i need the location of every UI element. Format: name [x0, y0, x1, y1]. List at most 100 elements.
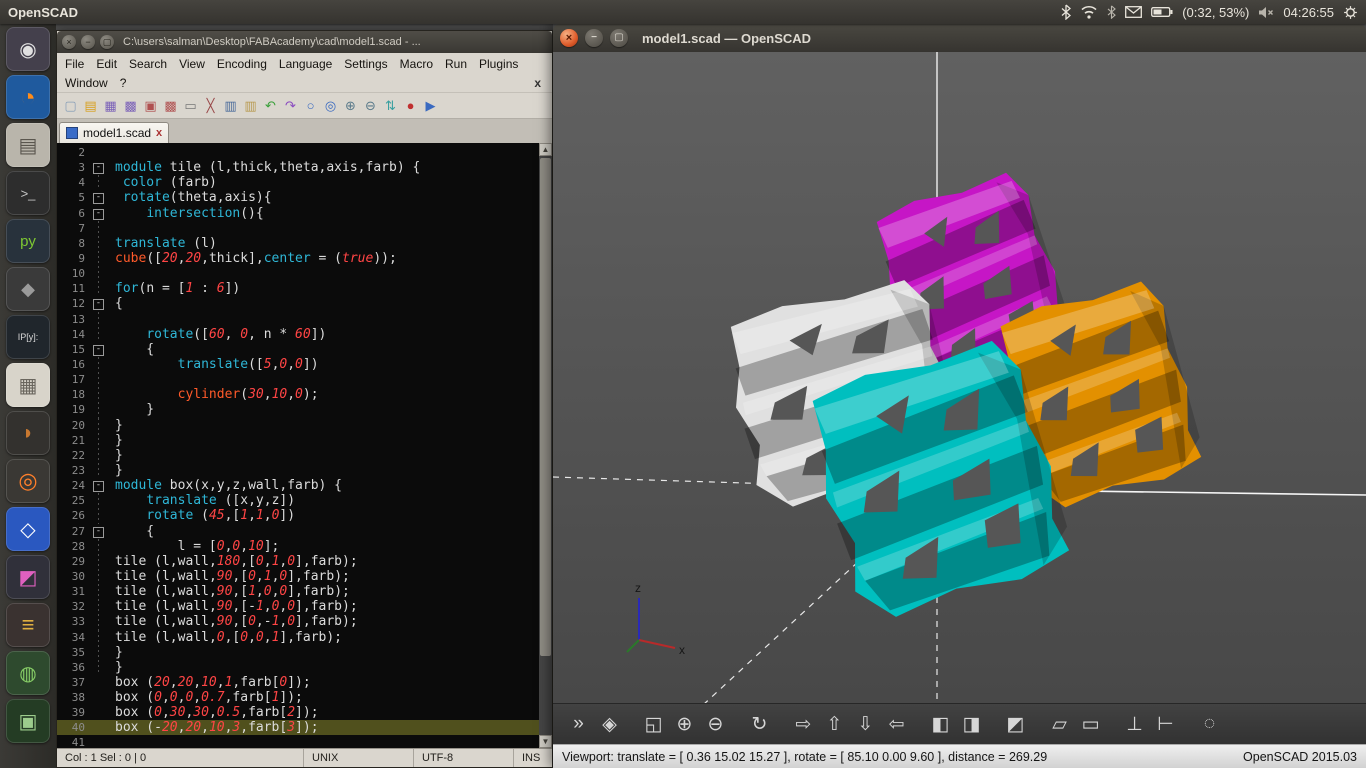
code-line-34[interactable]: 34tile (l,wall,0,[0,0,1],farb);	[57, 630, 539, 645]
openscad-titlebar[interactable]: × − ▢ model1.scad — OpenSCAD	[553, 24, 1366, 52]
code-line-7[interactable]: 7	[57, 221, 539, 236]
menu-view[interactable]: View	[173, 57, 211, 71]
scroll-down-icon[interactable]: ▼	[539, 735, 552, 748]
fold-marker[interactable]: -	[91, 524, 107, 539]
fold-marker[interactable]: -	[91, 296, 107, 311]
menu-encoding[interactable]: Encoding	[211, 57, 273, 71]
code-line-33[interactable]: 33tile (l,wall,90,[0,-1,0],farb);	[57, 614, 539, 629]
code-line-20[interactable]: 20}	[57, 418, 539, 433]
zoom-in-icon[interactable]: ⊕	[669, 709, 700, 740]
menu-macro[interactable]: Macro	[394, 57, 439, 71]
code-line-24[interactable]: 24-module box(x,y,z,wall,farb) {	[57, 478, 539, 493]
open-file-icon[interactable]: ▤	[81, 96, 100, 115]
menubar-close-icon[interactable]: x	[525, 76, 550, 90]
menu-file[interactable]: File	[59, 57, 90, 71]
view-front-icon[interactable]: ◧	[925, 709, 956, 740]
fold-collapse-icon[interactable]: -	[93, 299, 104, 310]
code-editor[interactable]: 23-module tile (l,thick,theta,axis,farb)…	[57, 143, 552, 748]
code-line-9[interactable]: 9cube([20,20,thick],center = (true));	[57, 251, 539, 266]
fold-collapse-icon[interactable]: -	[93, 163, 104, 174]
code-line-31[interactable]: 31tile (l,wall,90,[1,0,0],farb);	[57, 584, 539, 599]
code-line-41[interactable]: 41	[57, 735, 539, 748]
replace-icon[interactable]: ◎	[321, 96, 340, 115]
code-line-11[interactable]: 11for(n = [1 : 6])	[57, 281, 539, 296]
launcher-item-gimp[interactable]: ◗	[6, 411, 50, 455]
battery-label[interactable]: (0:32, 53%)	[1182, 5, 1249, 20]
launcher-item-files[interactable]: ▤	[6, 123, 50, 167]
menu-settings[interactable]: Settings	[338, 57, 393, 71]
menu-help[interactable]: ?	[114, 76, 133, 90]
launcher-item-green-app-2[interactable]: ▣	[6, 699, 50, 743]
save-all-icon[interactable]: ▩	[121, 96, 140, 115]
code-line-13[interactable]: 13	[57, 312, 539, 327]
bluetooth-icon-2[interactable]	[1107, 5, 1116, 19]
close-icon[interactable]: ▣	[141, 96, 160, 115]
editor-minimize-button[interactable]: −	[81, 35, 95, 49]
redo-icon[interactable]: ↷	[281, 96, 300, 115]
code-line-3[interactable]: 3-module tile (l,thick,theta,axis,farb) …	[57, 160, 539, 175]
view-left-icon[interactable]: ⇦	[881, 709, 912, 740]
tab-model1-scad[interactable]: model1.scad x	[59, 122, 169, 143]
perspective-icon[interactable]: ▱	[1044, 709, 1075, 740]
zoom-out-icon[interactable]: ⊖	[700, 709, 731, 740]
code-line-37[interactable]: 37box (20,20,10,1,farb[0]);	[57, 675, 539, 690]
tab-close-icon[interactable]: x	[156, 127, 162, 139]
bluetooth-icon[interactable]	[1061, 4, 1071, 20]
menu-window[interactable]: Window	[59, 76, 114, 90]
code-line-16[interactable]: 16 translate([5,0,0])	[57, 357, 539, 372]
fold-collapse-icon[interactable]: -	[93, 527, 104, 538]
code-line-8[interactable]: 8translate (l)	[57, 236, 539, 251]
launcher-item-terminal[interactable]: >_	[6, 171, 50, 215]
launcher-item-dash[interactable]: ◉	[6, 27, 50, 71]
menu-plugins[interactable]: Plugins	[473, 57, 524, 71]
launcher-item-impress[interactable]: ▦	[6, 363, 50, 407]
view-bottom-icon[interactable]: ⇩	[850, 709, 881, 740]
copy-icon[interactable]: ▥	[221, 96, 240, 115]
mail-icon[interactable]	[1125, 6, 1142, 18]
code-line-39[interactable]: 39box (0,30,30,0.5,farb[2]);	[57, 705, 539, 720]
launcher-item-butterfly[interactable]: ◩	[6, 555, 50, 599]
paste-icon[interactable]: ▥	[241, 96, 260, 115]
menu-run[interactable]: Run	[439, 57, 473, 71]
launcher-item-green-app[interactable]: ◍	[6, 651, 50, 695]
play-macro-icon[interactable]: ▶	[421, 96, 440, 115]
code-line-38[interactable]: 38box (0,0,0,0.7,farb[1]);	[57, 690, 539, 705]
code-line-17[interactable]: 17	[57, 372, 539, 387]
undo-icon[interactable]: ↶	[261, 96, 280, 115]
fold-marker[interactable]: -	[91, 206, 107, 221]
fold-collapse-icon[interactable]: -	[93, 209, 104, 220]
code-line-25[interactable]: 25 translate ([x,y,z])	[57, 493, 539, 508]
scrollbar-thumb[interactable]	[540, 158, 551, 656]
fold-marker[interactable]: -	[91, 190, 107, 205]
editor-close-button[interactable]: ×	[62, 35, 76, 49]
code-line-29[interactable]: 29tile (l,wall,180,[0,1,0],farb);	[57, 554, 539, 569]
code-line-30[interactable]: 30tile (l,wall,90,[0,1,0],farb);	[57, 569, 539, 584]
scroll-up-icon[interactable]: ▲	[539, 143, 552, 156]
launcher-item-app-blue[interactable]: ◇	[6, 507, 50, 551]
code-line-22[interactable]: 22}	[57, 448, 539, 463]
code-line-2[interactable]: 2	[57, 145, 539, 160]
view-top-icon[interactable]: ⇧	[819, 709, 850, 740]
orthogonal-icon[interactable]: ▭	[1075, 709, 1106, 740]
wifi-icon[interactable]	[1080, 5, 1098, 19]
code-line-26[interactable]: 26 rotate (45,[1,1,0])	[57, 508, 539, 523]
code-line-23[interactable]: 23}	[57, 463, 539, 478]
3d-viewport[interactable]: z x	[553, 52, 1366, 703]
launcher-item-python[interactable]: py	[6, 219, 50, 263]
code-line-12[interactable]: 12-{	[57, 296, 539, 311]
clock[interactable]: 04:26:55	[1283, 5, 1334, 20]
show-scale-icon[interactable]: ⊢	[1150, 709, 1181, 740]
show-axes-icon[interactable]: ⊥	[1119, 709, 1150, 740]
battery-icon[interactable]	[1151, 6, 1173, 18]
zoom-in-icon[interactable]: ⊕	[341, 96, 360, 115]
launcher-item-layers[interactable]: ≡	[6, 603, 50, 647]
code-line-27[interactable]: 27- {	[57, 524, 539, 539]
menu-edit[interactable]: Edit	[90, 57, 123, 71]
menu-language[interactable]: Language	[273, 57, 338, 71]
volume-muted-icon[interactable]	[1258, 6, 1274, 19]
preview-icon[interactable]: »	[563, 709, 594, 740]
code-line-15[interactable]: 15- {	[57, 342, 539, 357]
view-right-icon[interactable]: ⇨	[788, 709, 819, 740]
editor-maximize-button[interactable]: ▢	[100, 35, 114, 49]
code-line-28[interactable]: 28 l = [0,0,10];	[57, 539, 539, 554]
